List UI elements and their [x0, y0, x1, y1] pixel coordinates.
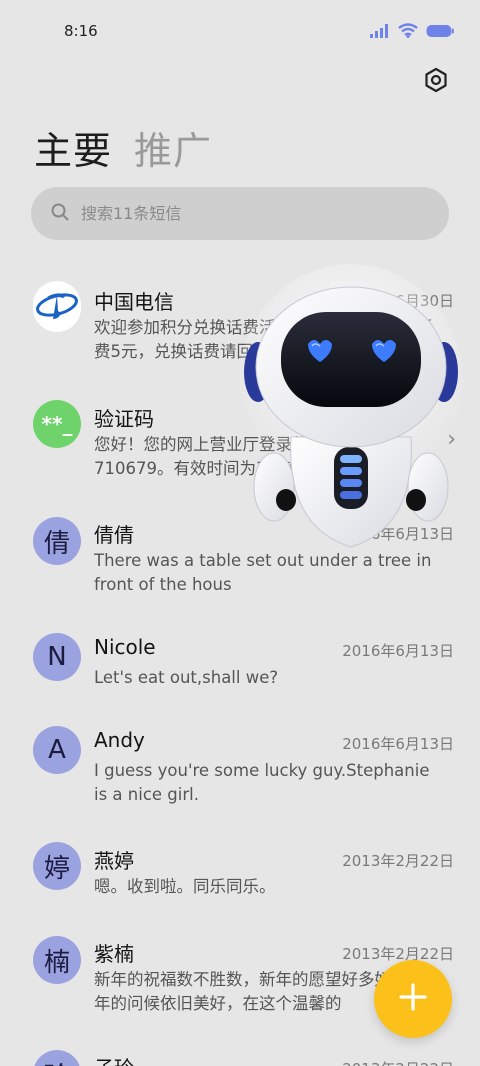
tab-main[interactable]: 主要: [34, 120, 112, 175]
conversation-name: Nicole: [94, 635, 156, 659]
gear-icon: [423, 67, 449, 97]
status-bar: 8:16: [0, 0, 480, 60]
avatar: **_: [33, 400, 81, 448]
robot-assistant-icon[interactable]: [236, 262, 466, 557]
status-icons: [370, 23, 454, 42]
china-telecom-logo-icon: [33, 280, 81, 336]
plus-icon: [399, 983, 427, 1015]
search-input[interactable]: [81, 204, 381, 223]
conversation-preview: 嗯。收到啦。同乐同乐。: [94, 877, 276, 896]
conversation-date: 2016年6月13日: [342, 642, 454, 660]
conversation-preview: I guess you're some lucky guy.Stephanie …: [94, 761, 430, 804]
conversation-name: 中国电信: [94, 290, 174, 314]
conversation-item[interactable]: N Nicole 2016年6月13日 Let's eat out,shall …: [0, 618, 480, 713]
conversation-name: 倩倩: [94, 523, 134, 547]
conversation-date: 2013年2月22日: [342, 1058, 454, 1066]
conversation-item[interactable]: 婷 燕婷 2013年2月22日 嗯。收到啦。同乐同乐。: [0, 828, 480, 923]
avatar: [33, 280, 81, 332]
avatar: 倩: [33, 517, 81, 565]
battery-icon: [426, 23, 454, 42]
tab-promotions[interactable]: 推广: [134, 120, 212, 175]
avatar: 楠: [33, 936, 81, 984]
conversation-date: 2016年6月13日: [342, 735, 454, 753]
conversation-name: 验证码: [94, 407, 154, 431]
tab-bar: 主要 推广: [34, 120, 212, 175]
avatar: A: [33, 726, 81, 774]
conversation-name: 燕婷: [94, 849, 134, 873]
new-message-button[interactable]: [374, 960, 452, 1038]
status-time: 8:16: [64, 22, 98, 40]
conversation-preview: Let's eat out,shall we?: [94, 668, 279, 687]
conversation-date: 2013年2月22日: [342, 852, 454, 870]
avatar: N: [33, 633, 81, 681]
conversation-item[interactable]: A Andy 2016年6月13日 I guess you're some lu…: [0, 711, 480, 821]
signal-icon: [370, 23, 390, 42]
search-bar[interactable]: [31, 187, 449, 240]
settings-button[interactable]: [422, 67, 450, 97]
conversation-name: 子玲: [94, 1052, 134, 1066]
conversation-name: Andy: [94, 728, 145, 752]
avatar: 玲: [33, 1050, 81, 1066]
wifi-icon: [398, 23, 418, 42]
conversation-item[interactable]: 玲 子玲 2013年2月22日: [0, 1038, 480, 1066]
avatar: 婷: [33, 842, 81, 890]
conversation-date: 2013年2月22日: [342, 945, 454, 963]
conversation-name: 紫楠: [94, 942, 134, 966]
search-icon: [51, 203, 69, 225]
